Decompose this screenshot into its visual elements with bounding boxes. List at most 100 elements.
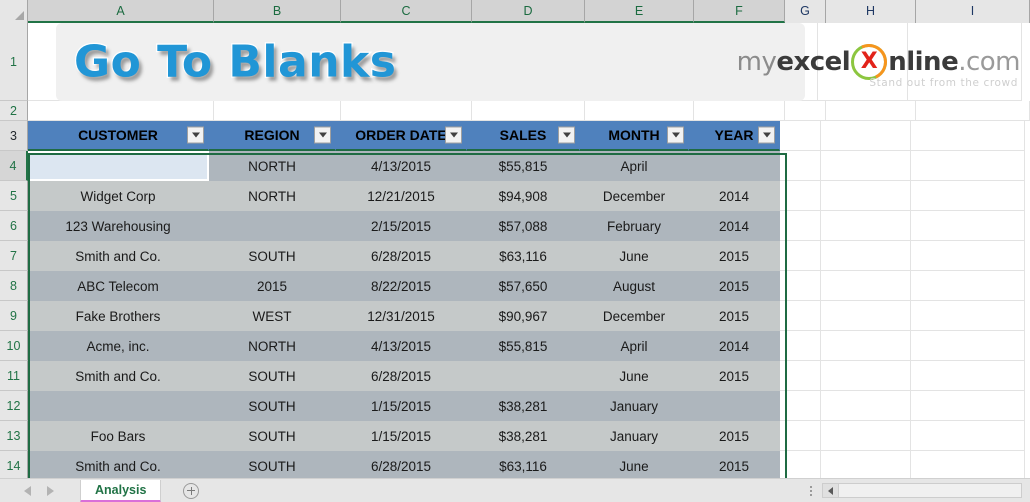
cell-b9[interactable]: WEST xyxy=(209,301,336,331)
cell-f2[interactable] xyxy=(694,101,785,121)
cell-f8[interactable]: 2015 xyxy=(689,271,780,301)
cell-i7[interactable] xyxy=(911,241,1025,271)
cell-e8[interactable]: August xyxy=(580,271,689,301)
row-header-7[interactable]: 7 xyxy=(0,241,28,271)
cell-i12[interactable] xyxy=(911,391,1025,421)
cell-f13[interactable]: 2015 xyxy=(689,421,780,451)
cell-d13[interactable]: $38,281 xyxy=(467,421,580,451)
cell-f11[interactable]: 2015 xyxy=(689,361,780,391)
row-header-4[interactable]: 4 xyxy=(0,151,28,181)
cell-b11[interactable]: SOUTH xyxy=(209,361,336,391)
filter-dropdown-icon-sales[interactable] xyxy=(558,126,575,144)
plus-icon[interactable] xyxy=(183,482,200,499)
cell-i11[interactable] xyxy=(911,361,1025,391)
cell-b7[interactable]: SOUTH xyxy=(209,241,336,271)
cell-g2[interactable] xyxy=(785,101,826,121)
cell-c14[interactable]: 6/28/2015 xyxy=(336,451,467,481)
row-header-9[interactable]: 9 xyxy=(0,301,28,331)
cell-a11[interactable]: Smith and Co. xyxy=(28,361,209,391)
cell-c10[interactable]: 4/13/2015 xyxy=(336,331,467,361)
cell-d5[interactable]: $94,908 xyxy=(467,181,580,211)
select-all-corner[interactable] xyxy=(0,0,28,23)
cell-b4[interactable]: NORTH xyxy=(209,151,336,181)
cell-b13[interactable]: SOUTH xyxy=(209,421,336,451)
cell-d11[interactable] xyxy=(467,361,580,391)
row-header-1[interactable]: 1 xyxy=(0,23,28,101)
selected-cell-a4[interactable] xyxy=(28,151,209,181)
cell-f6[interactable]: 2014 xyxy=(689,211,780,241)
cell-h7[interactable] xyxy=(821,241,911,271)
cell-f14[interactable]: 2015 xyxy=(689,451,780,481)
cell-f5[interactable]: 2014 xyxy=(689,181,780,211)
column-header-h[interactable]: H xyxy=(826,0,916,23)
cell-a9[interactable]: Fake Brothers xyxy=(28,301,209,331)
cell-i9[interactable] xyxy=(911,301,1025,331)
cell-f4[interactable] xyxy=(689,151,780,181)
cell-c6[interactable]: 2/15/2015 xyxy=(336,211,467,241)
column-header-f[interactable]: F xyxy=(694,0,785,23)
cell-e10[interactable]: April xyxy=(580,331,689,361)
cell-d6[interactable]: $57,088 xyxy=(467,211,580,241)
cell-e13[interactable]: January xyxy=(580,421,689,451)
cell-e6[interactable]: February xyxy=(580,211,689,241)
table-header-customer[interactable]: CUSTOMER xyxy=(28,121,209,151)
filter-dropdown-icon-month[interactable] xyxy=(667,126,684,144)
cell-h6[interactable] xyxy=(821,211,911,241)
cell-i10[interactable] xyxy=(911,331,1025,361)
cell-d14[interactable]: $63,116 xyxy=(467,451,580,481)
cell-c7[interactable]: 6/28/2015 xyxy=(336,241,467,271)
cell-h12[interactable] xyxy=(821,391,911,421)
cell-c8[interactable]: 8/22/2015 xyxy=(336,271,467,301)
row-header-5[interactable]: 5 xyxy=(0,181,28,211)
cell-i3[interactable] xyxy=(911,121,1025,151)
cell-e11[interactable]: June xyxy=(580,361,689,391)
cell-f9[interactable]: 2015 xyxy=(689,301,780,331)
cell-h3[interactable] xyxy=(821,121,911,151)
cell-c13[interactable]: 1/15/2015 xyxy=(336,421,467,451)
cell-f10[interactable]: 2014 xyxy=(689,331,780,361)
filter-dropdown-icon-order-date[interactable] xyxy=(445,126,462,144)
cell-d4[interactable]: $55,815 xyxy=(467,151,580,181)
row-header-13[interactable]: 13 xyxy=(0,421,28,451)
cell-h10[interactable] xyxy=(821,331,911,361)
cell-i4[interactable] xyxy=(911,151,1025,181)
cell-c5[interactable]: 12/21/2015 xyxy=(336,181,467,211)
cell-h9[interactable] xyxy=(821,301,911,331)
cell-e7[interactable]: June xyxy=(580,241,689,271)
cell-c2[interactable] xyxy=(341,101,472,121)
cell-e5[interactable]: December xyxy=(580,181,689,211)
table-header-region[interactable]: REGION xyxy=(209,121,336,151)
table-header-month[interactable]: MONTH xyxy=(580,121,689,151)
arrow-right-icon[interactable] xyxy=(47,485,54,496)
cell-e9[interactable]: December xyxy=(580,301,689,331)
cell-i8[interactable] xyxy=(911,271,1025,301)
cell-i14[interactable] xyxy=(911,451,1025,481)
scroll-grip-dots[interactable] xyxy=(810,485,812,496)
filter-dropdown-icon-region[interactable] xyxy=(314,126,331,144)
sheet-tab-analysis[interactable]: Analysis xyxy=(80,480,162,502)
row-header-3[interactable]: 3 xyxy=(0,121,28,151)
cell-a2[interactable] xyxy=(28,101,214,121)
column-header-d[interactable]: D xyxy=(472,0,585,23)
row-header-8[interactable]: 8 xyxy=(0,271,28,301)
cell-b2[interactable] xyxy=(214,101,341,121)
cell-d10[interactable]: $55,815 xyxy=(467,331,580,361)
cell-a7[interactable]: Smith and Co. xyxy=(28,241,209,271)
row-header-2[interactable]: 2 xyxy=(0,101,28,121)
cell-g3[interactable] xyxy=(780,121,821,151)
cell-h8[interactable] xyxy=(821,271,911,301)
table-header-year[interactable]: YEAR xyxy=(689,121,780,151)
cell-b10[interactable]: NORTH xyxy=(209,331,336,361)
cell-d8[interactable]: $57,650 xyxy=(467,271,580,301)
cell-c9[interactable]: 12/31/2015 xyxy=(336,301,467,331)
column-header-g[interactable]: G xyxy=(785,0,826,23)
cell-b14[interactable]: SOUTH xyxy=(209,451,336,481)
horizontal-scrollbar[interactable] xyxy=(822,483,1022,498)
table-header-order-date[interactable]: ORDER DATE xyxy=(336,121,467,151)
cell-i2[interactable] xyxy=(916,101,1030,121)
cell-h11[interactable] xyxy=(821,361,911,391)
cell-a12[interactable] xyxy=(28,391,209,421)
cell-e14[interactable]: June xyxy=(580,451,689,481)
cell-e4[interactable]: April xyxy=(580,151,689,181)
row-header-11[interactable]: 11 xyxy=(0,361,28,391)
